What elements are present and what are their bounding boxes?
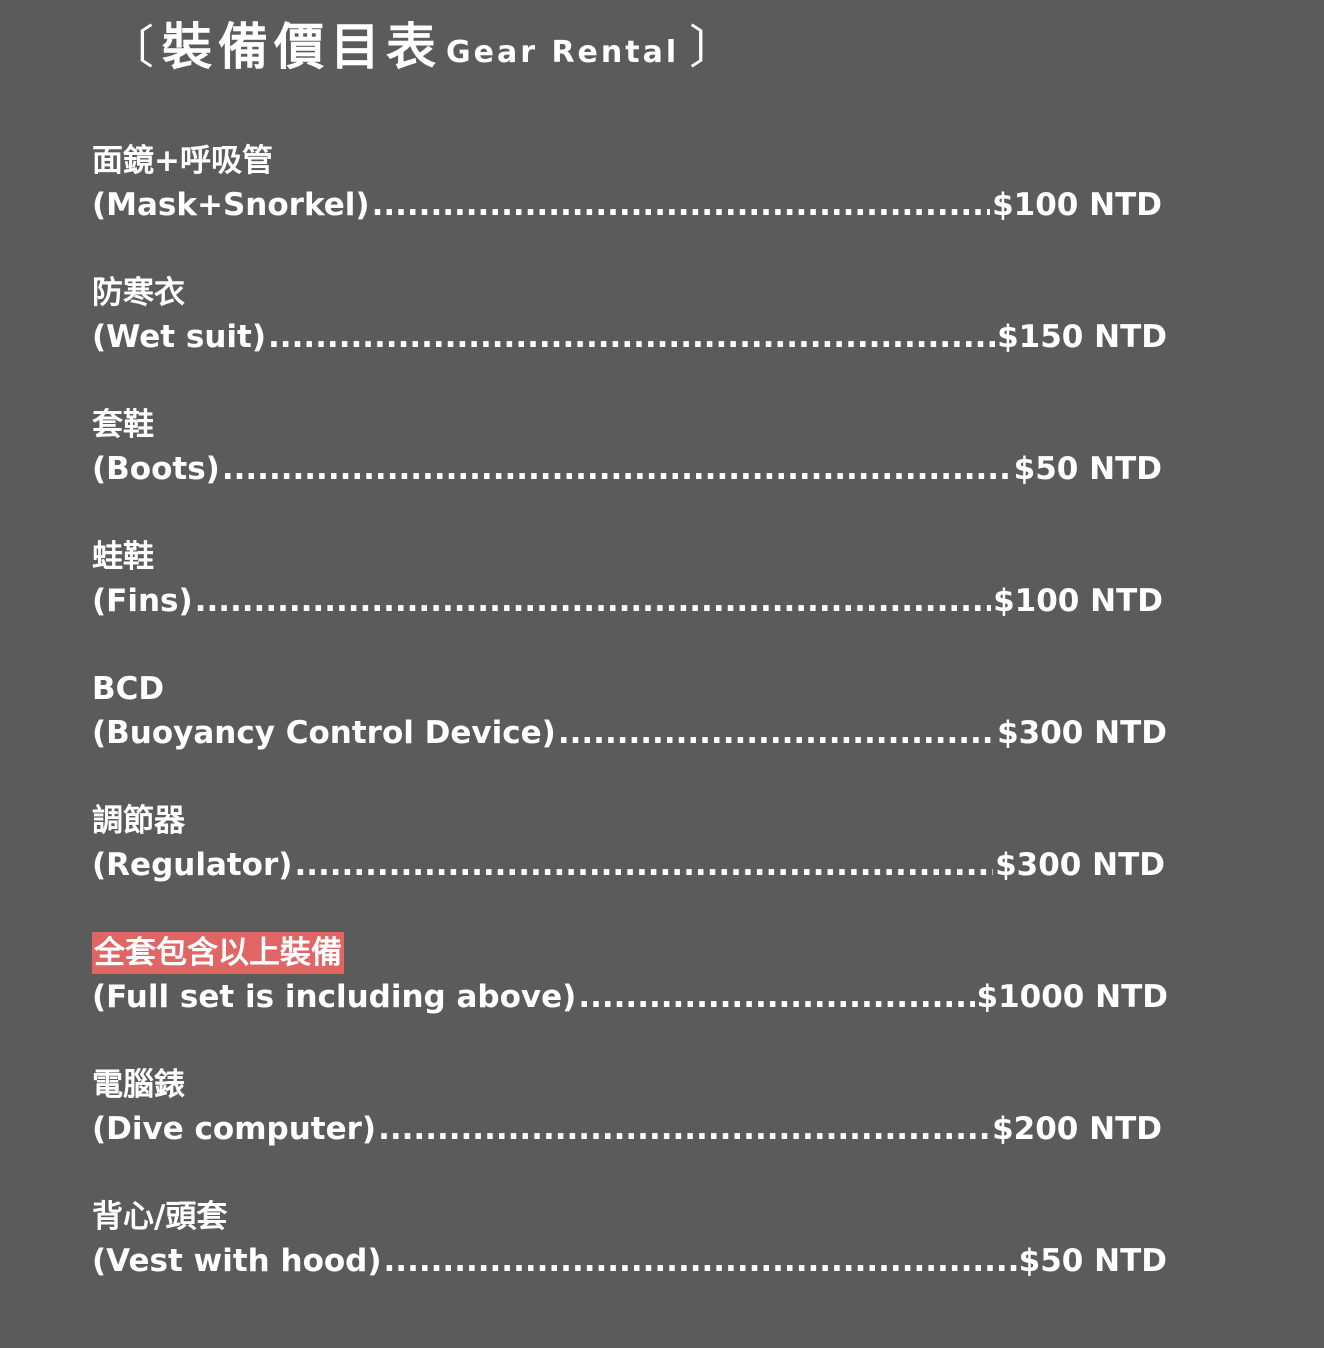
list-item: 防寒衣 (Wet suit) .........................… (92, 272, 1167, 404)
item-price-row: (Regulator) ............................… (92, 844, 1165, 886)
item-price: $50 NTD (1013, 451, 1162, 487)
list-item: 電腦錶 (Dive computer) ....................… (92, 1064, 1167, 1196)
list-item: 背心/頭套 (Vest with hood) .................… (92, 1196, 1167, 1328)
list-item: 蛙鞋 (Fins) ..............................… (92, 536, 1167, 668)
item-name-english: (Full set is including above) (92, 979, 577, 1015)
item-price: $50 NTD (1018, 1243, 1167, 1279)
item-name-english: (Boots) (92, 451, 220, 487)
list-item: 面鏡+呼吸管 (Mask+Snorkel) ..................… (92, 140, 1167, 272)
item-price-row: (Full set is including above) ..........… (92, 976, 1168, 1018)
item-name-chinese: BCD (92, 671, 165, 707)
dot-leader: ........................................… (371, 187, 991, 223)
title-chinese: 裝備價目表 (162, 18, 442, 76)
title-bracket-left: 〔 (108, 20, 154, 74)
item-price-row: (Vest with hood) .......................… (92, 1240, 1167, 1282)
title-english: Gear Rental (446, 34, 680, 70)
item-name-chinese: 套鞋 (92, 407, 154, 443)
list-item: 調節器 (Regulator) ........................… (92, 800, 1167, 932)
item-name-english: (Mask+Snorkel) (92, 187, 370, 223)
item-name-english: (Fins) (92, 583, 193, 619)
dot-leader: ........................................… (268, 319, 995, 355)
list-item: 全套包含以上裝備 (Full set is including above) .… (92, 932, 1168, 1064)
item-price: $100 NTD (993, 583, 1163, 619)
item-price: $100 NTD (992, 187, 1162, 223)
dot-leader: ........................................… (294, 847, 993, 883)
dot-leader: ........................................… (578, 979, 974, 1015)
title-bracket-right: 〕 (689, 20, 736, 74)
dot-leader: ........................................… (557, 715, 995, 751)
item-price-row: (Fins) .................................… (92, 580, 1163, 622)
item-name-chinese: 調節器 (92, 803, 185, 839)
item-name-english: (Regulator) (92, 847, 293, 883)
item-price: $300 NTD (995, 847, 1165, 883)
list-item: BCD (Buoyancy Control Device) ..........… (92, 668, 1167, 800)
item-name-english: (Vest with hood) (92, 1243, 382, 1279)
dot-leader: ........................................… (378, 1111, 991, 1147)
dot-leader: ........................................… (221, 451, 1012, 487)
item-name-chinese: 防寒衣 (92, 275, 185, 311)
item-price-row: (Mask+Snorkel) .........................… (92, 184, 1162, 226)
item-name-chinese-highlighted: 全套包含以上裝備 (92, 932, 344, 974)
item-price-row: (Dive computer) ........................… (92, 1108, 1162, 1150)
item-name-chinese: 電腦錶 (92, 1067, 185, 1103)
item-price-row: (Boots) ................................… (92, 448, 1162, 490)
item-name-chinese: 背心/頭套 (92, 1199, 228, 1235)
item-price: $200 NTD (992, 1111, 1162, 1147)
item-name-english: (Wet suit) (92, 319, 267, 355)
price-list: 面鏡+呼吸管 (Mask+Snorkel) ..................… (92, 140, 1168, 1328)
item-price: $150 NTD (997, 319, 1167, 355)
dot-leader: ........................................… (383, 1243, 1017, 1279)
dot-leader: ........................................… (194, 583, 991, 619)
item-price-row: (Buoyancy Control Device) ..............… (92, 712, 1167, 754)
item-name-chinese: 蛙鞋 (92, 539, 154, 575)
item-name-chinese: 面鏡+呼吸管 (92, 143, 273, 179)
item-price-row: (Wet suit) .............................… (92, 316, 1167, 358)
item-price: $300 NTD (997, 715, 1167, 751)
item-name-english: (Buoyancy Control Device) (92, 715, 556, 751)
page-title: 〔 裝備價目表 Gear Rental 〕 (108, 12, 735, 82)
item-name-english: (Dive computer) (92, 1111, 377, 1147)
list-item: 套鞋 (Boots) .............................… (92, 404, 1167, 536)
item-price: $1000 NTD (976, 979, 1168, 1015)
